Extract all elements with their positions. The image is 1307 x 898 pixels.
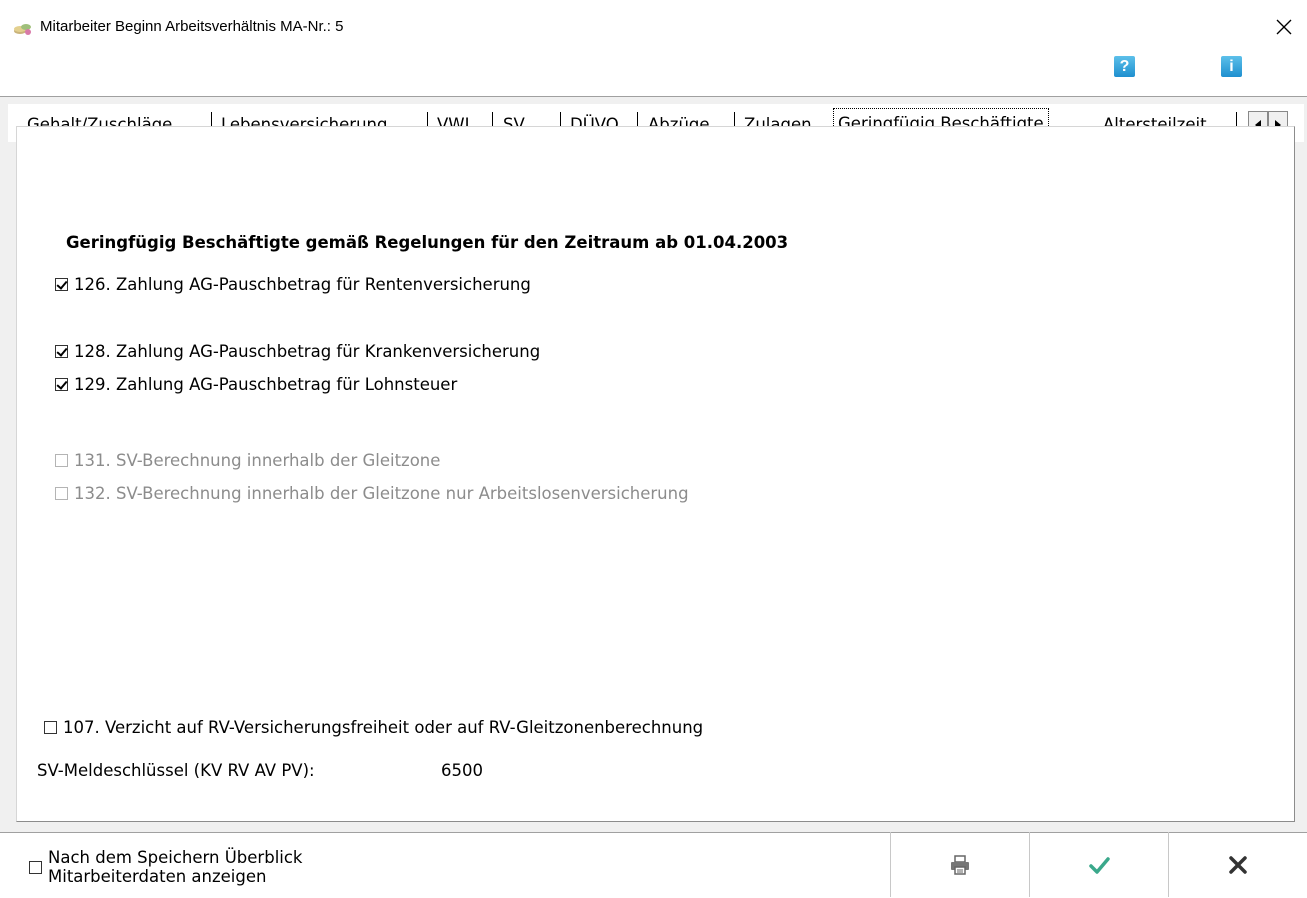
checkbox-107-verzicht[interactable]: 107. Verzicht auf RV-Versicherungsfreihe… [44, 718, 703, 737]
help-icon: ? [1119, 57, 1130, 75]
close-button[interactable] [1261, 6, 1307, 48]
checkbox-label: 107. Verzicht auf RV-Versicherungsfreihe… [63, 718, 704, 737]
checkbox-label: 126. Zahlung AG-Pauschbetrag für Rentenv… [74, 275, 531, 294]
checkbox-128-krankenversicherung[interactable]: 128. Zahlung AG-Pauschbetrag für Kranken… [55, 342, 540, 361]
section-heading: Geringfügig Beschäftigte gemäß Regelunge… [66, 233, 789, 252]
overview-label-line1: Nach dem Speichern Überblick [48, 848, 303, 867]
checkbox-132-gleitzone-alv: 132. SV-Berechnung innerhalb der Gleitzo… [55, 484, 689, 503]
sv-meldeschluessel-label: SV-Meldeschlüssel (KV RV AV PV): [37, 761, 315, 780]
checkbox-box [44, 721, 57, 734]
save-ok-button[interactable] [1029, 832, 1168, 897]
sv-meldeschluessel-value: 6500 [441, 761, 483, 780]
checkbox-label: 128. Zahlung AG-Pauschbetrag für Kranken… [74, 342, 541, 361]
checkbox-label: 129. Zahlung AG-Pauschbetrag für Lohnste… [74, 375, 458, 394]
checkbox-131-gleitzone: 131. SV-Berechnung innerhalb der Gleitzo… [55, 451, 440, 470]
print-button[interactable] [890, 832, 1029, 897]
checkbox-126-rentenversicherung[interactable]: 126. Zahlung AG-Pauschbetrag für Rentenv… [55, 275, 531, 294]
checkbox-label: 132. SV-Berechnung innerhalb der Gleitzo… [74, 484, 689, 503]
help-button[interactable]: ? [1114, 56, 1135, 77]
checkbox-box [55, 378, 68, 391]
info-icon: i [1229, 57, 1234, 75]
info-button[interactable]: i [1221, 56, 1242, 77]
checkbox-box [29, 861, 42, 874]
overview-after-save-checkbox[interactable]: Nach dem Speichern Überblick Mitarbeiter… [29, 848, 303, 886]
checkbox-box [55, 278, 68, 291]
cancel-button[interactable] [1168, 832, 1307, 897]
printer-icon [951, 854, 969, 875]
cross-icon [1229, 855, 1247, 874]
help-bar [0, 56, 1307, 92]
overview-label-line2: Mitarbeiterdaten anzeigen [48, 867, 267, 886]
checkmark-icon [1089, 856, 1110, 874]
checkbox-box [55, 487, 68, 500]
checkbox-129-lohnsteuer[interactable]: 129. Zahlung AG-Pauschbetrag für Lohnste… [55, 375, 457, 394]
checkbox-box [55, 454, 68, 467]
window-title: Mitarbeiter Beginn Arbeitsverhältnis MA-… [40, 18, 344, 35]
checkbox-label: 131. SV-Berechnung innerhalb der Gleitzo… [74, 451, 441, 470]
checkbox-box [55, 345, 68, 358]
app-coins-icon [14, 24, 31, 35]
close-icon [1276, 19, 1292, 35]
